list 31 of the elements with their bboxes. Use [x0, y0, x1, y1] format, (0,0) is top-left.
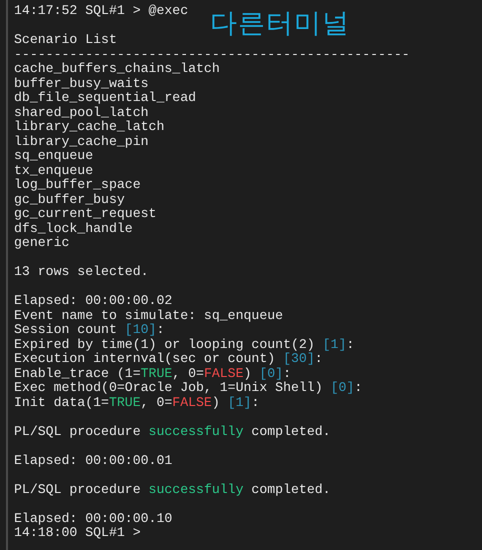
terminal-line: sq_enqueue: [14, 149, 94, 164]
terminal-line: cache_buffers_chains_latch: [14, 62, 220, 76]
terminal-line: Event name to simulate: sq_enqueue: [14, 308, 284, 323]
terminal-line: Scenario List: [14, 33, 117, 48]
terminal-line: Enable_trace (1=TRUE, 0=FALSE) [0]:: [14, 366, 292, 381]
terminal-line: PL/SQL procedure successfully completed.: [14, 482, 331, 497]
terminal-line: Expired by time(1) or looping count(2) [1]:: [14, 338, 354, 352]
terminal-line: db_file_sequential_read: [14, 91, 196, 106]
terminal-line: tx_enqueue: [14, 164, 94, 178]
terminal-line: Session count [10]:: [14, 323, 164, 338]
terminal-line: library_cache_latch: [14, 120, 164, 134]
terminal-line: generic: [14, 236, 70, 250]
terminal-line: Elapsed: 00:00:00.10: [14, 512, 172, 526]
terminal-line: Init data(1=TRUE, 0=FALSE) [1]:: [14, 396, 260, 410]
terminal-line: dfs_lock_handle: [14, 222, 133, 236]
terminal-line: 14:18:00 SQL#1 >: [14, 526, 141, 540]
handwritten-annotation: 다른터미널: [210, 8, 350, 40]
terminal-line: 13 rows selected.: [14, 265, 149, 280]
terminal-line: shared_pool_latch: [14, 106, 149, 120]
terminal-line: 14:17:52 SQL#1 > @exec: [14, 4, 188, 18]
terminal-line: log_buffer_space: [14, 178, 141, 192]
terminal-line: Execution internval(sec or count) [30]:: [14, 352, 323, 366]
terminal-line: buffer_busy_waits: [14, 76, 149, 91]
terminal-line: library_cache_pin: [14, 134, 149, 149]
terminal-line: Elapsed: 00:00:00.01: [14, 454, 172, 468]
terminal-line: gc_current_request: [14, 207, 156, 222]
terminal-line: PL/SQL procedure successfully completed.: [14, 424, 331, 439]
terminal-line: Elapsed: 00:00:00.02: [14, 294, 172, 308]
terminal-line: --------------------------------------------------: [14, 48, 410, 62]
terminal-line: Exec method(0=Oracle Job, 1=Unix Shell) [0]:: [14, 381, 362, 396]
terminal-line: gc_buffer_busy: [14, 192, 125, 207]
